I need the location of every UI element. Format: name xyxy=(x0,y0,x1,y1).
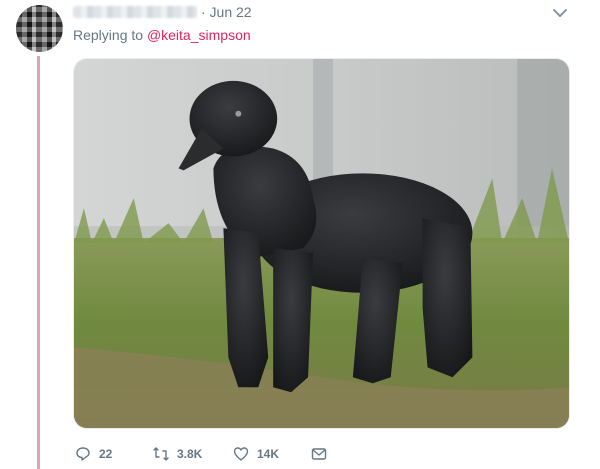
tweet-header: · Jun 22 xyxy=(73,4,252,20)
tweet-date[interactable]: · Jun 22 xyxy=(201,4,252,20)
replying-prefix: Replying to xyxy=(73,27,147,43)
heart-icon xyxy=(233,447,249,461)
reply-count: 22 xyxy=(99,447,113,461)
avatar[interactable] xyxy=(16,5,63,52)
retweet-icon xyxy=(153,447,169,461)
blurred-username[interactable] xyxy=(73,6,197,18)
thread-line xyxy=(37,56,40,469)
reply-icon xyxy=(76,447,90,461)
chevron-down-icon[interactable] xyxy=(551,6,569,20)
replying-to: Replying to @keita_simpson xyxy=(73,27,251,43)
retweet-button[interactable]: 3.8K xyxy=(153,446,202,462)
retweet-count: 3.8K xyxy=(177,447,203,461)
replying-handle-link[interactable]: @keita_simpson xyxy=(147,27,251,43)
like-count: 14K xyxy=(257,447,280,461)
like-button[interactable]: 14K xyxy=(233,446,279,462)
crow-gorilla-image xyxy=(74,59,569,428)
reply-button[interactable]: 22 xyxy=(75,446,112,462)
tweet-photo[interactable] xyxy=(73,58,570,429)
direct-message-button[interactable] xyxy=(311,446,327,462)
envelope-icon xyxy=(311,448,327,460)
